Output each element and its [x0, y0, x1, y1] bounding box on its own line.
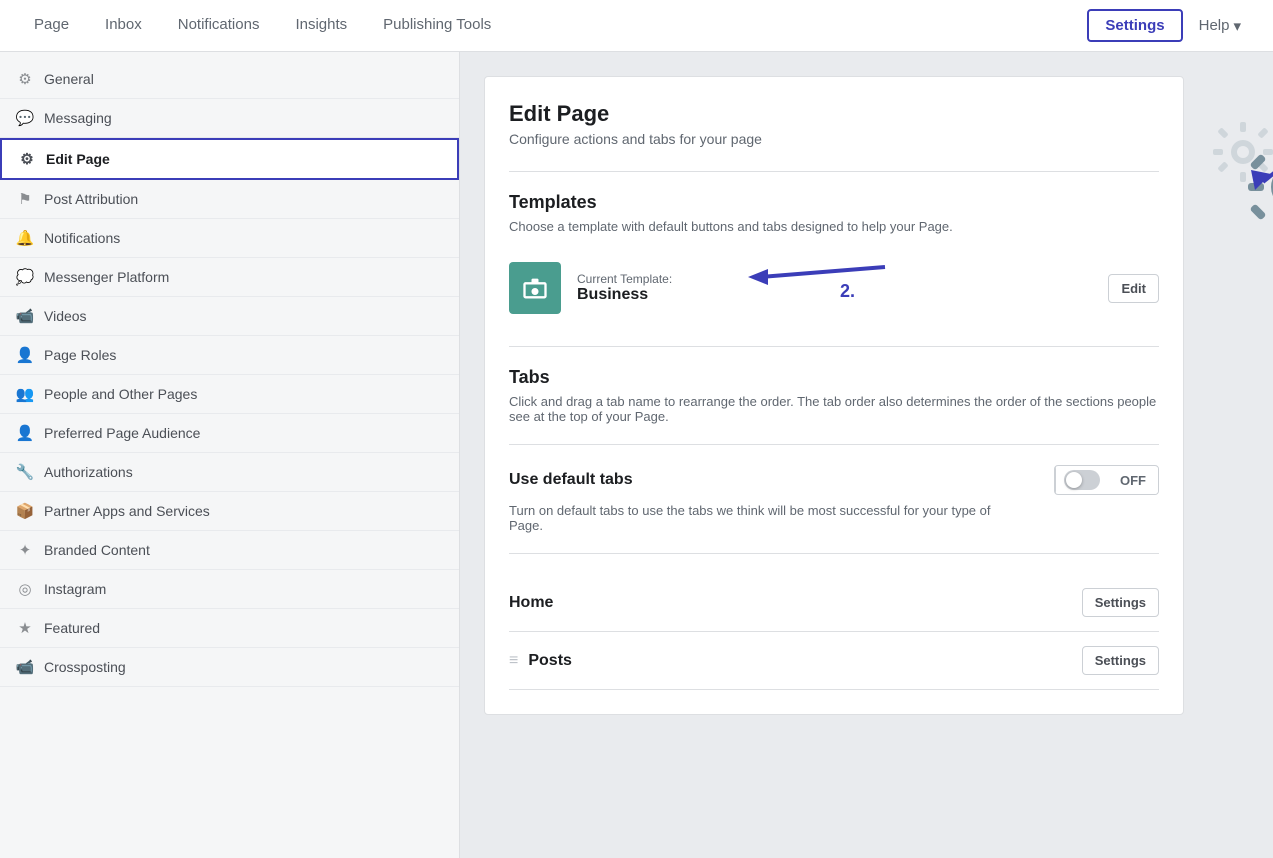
box-icon: 📦	[16, 502, 34, 520]
sidebar-item-featured[interactable]: ★ Featured	[0, 609, 459, 648]
sidebar: ⚙ General 💬 Messaging ⚙ Edit Page ⚑ Post…	[0, 52, 460, 858]
content-card: Edit Page Configure actions and tabs for…	[484, 76, 1184, 715]
sidebar-item-edit-page[interactable]: ⚙ Edit Page	[0, 138, 459, 180]
page-subtitle: Configure actions and tabs for your page	[509, 131, 762, 147]
nav-inbox[interactable]: Inbox	[87, 0, 160, 52]
person-icon: 👤	[16, 346, 34, 364]
star-icon: ★	[16, 619, 34, 637]
sidebar-item-preferred-audience[interactable]: 👤 Preferred Page Audience	[0, 414, 459, 453]
sidebar-item-messenger-platform[interactable]: 💭 Messenger Platform	[0, 258, 459, 297]
template-info: Current Template: Business	[577, 272, 1092, 304]
drag-handle-icon[interactable]: ≡	[509, 652, 518, 670]
top-navigation: Page Inbox Notifications Insights Publis…	[0, 0, 1273, 52]
nav-insights[interactable]: Insights	[277, 0, 365, 52]
main-content: 1. 2. Edit Page Configure actions and ta…	[460, 52, 1273, 858]
page-header: Edit Page Configure actions and tabs for…	[509, 101, 1159, 147]
template-icon	[509, 262, 561, 314]
sidebar-item-instagram[interactable]: ◎ Instagram	[0, 570, 459, 609]
page-layout: ⚙ General 💬 Messaging ⚙ Edit Page ⚑ Post…	[0, 52, 1273, 858]
settings-button[interactable]: Settings	[1087, 9, 1182, 42]
default-tabs-toggle[interactable]: OFF	[1054, 465, 1159, 495]
templates-section: Templates Choose a template with default…	[509, 192, 1159, 326]
bell-icon: 🔔	[16, 229, 34, 247]
wrench-icon: 🔧	[16, 463, 34, 481]
posts-settings-button[interactable]: Settings	[1082, 646, 1159, 675]
nav-publishing-tools[interactable]: Publishing Tools	[365, 0, 509, 52]
default-tabs-label: Use default tabs	[509, 471, 633, 489]
sidebar-item-messaging[interactable]: 💬 Messaging	[0, 99, 459, 138]
divider-4	[509, 553, 1159, 554]
audience-icon: 👤	[16, 424, 34, 442]
divider-1	[509, 171, 1159, 172]
sidebar-item-notifications[interactable]: 🔔 Notifications	[0, 219, 459, 258]
briefcase-icon	[521, 274, 549, 302]
toggle-track[interactable]	[1055, 466, 1108, 494]
home-settings-button[interactable]: Settings	[1082, 588, 1159, 617]
nav-page[interactable]: Page	[16, 0, 87, 52]
default-tabs-label-area: Use default tabs	[509, 471, 633, 489]
branded-icon: ✦	[16, 541, 34, 559]
divider-2	[509, 346, 1159, 347]
current-template-name: Business	[577, 286, 1092, 304]
sidebar-item-post-attribution[interactable]: ⚑ Post Attribution	[0, 180, 459, 219]
help-menu[interactable]: Help ▾	[1183, 17, 1257, 35]
current-template-label: Current Template:	[577, 272, 1092, 286]
sidebar-item-general[interactable]: ⚙ General	[0, 60, 459, 99]
messaging-icon: 💬	[16, 109, 34, 127]
sidebar-item-authorizations[interactable]: 🔧 Authorizations	[0, 453, 459, 492]
sidebar-item-partner-apps[interactable]: 📦 Partner Apps and Services	[0, 492, 459, 531]
crosspost-icon: 📹	[16, 658, 34, 676]
divider-3	[509, 444, 1159, 445]
sidebar-item-page-roles[interactable]: 👤 Page Roles	[0, 336, 459, 375]
home-tab-label: Home	[509, 594, 553, 612]
template-card: Current Template: Business Edit	[509, 250, 1159, 326]
edit-gear-icon: ⚙	[18, 150, 36, 168]
posts-tab-label: ≡ Posts	[509, 652, 572, 670]
tabs-title: Tabs	[509, 367, 1159, 388]
people-icon: 👥	[16, 385, 34, 403]
page-title: Edit Page	[509, 101, 762, 127]
tabs-description: Click and drag a tab name to rearrange t…	[509, 394, 1159, 424]
chevron-down-icon: ▾	[1233, 17, 1241, 35]
flag-icon: ⚑	[16, 190, 34, 208]
sidebar-item-crossposting[interactable]: 📹 Crossposting	[0, 648, 459, 687]
sidebar-item-videos[interactable]: 📹 Videos	[0, 297, 459, 336]
edit-template-button[interactable]: Edit	[1108, 274, 1159, 303]
annotation-arrow-1: 1.	[1193, 112, 1273, 255]
tabs-section: Tabs Click and drag a tab name to rearra…	[509, 367, 1159, 690]
home-tab-row: Home Settings	[509, 574, 1159, 632]
sidebar-item-branded-content[interactable]: ✦ Branded Content	[0, 531, 459, 570]
instagram-icon: ◎	[16, 580, 34, 598]
sidebar-item-people-other-pages[interactable]: 👥 People and Other Pages	[0, 375, 459, 414]
nav-notifications[interactable]: Notifications	[160, 0, 278, 52]
messenger-icon: 💭	[16, 268, 34, 286]
posts-tab-row: ≡ Posts Settings	[509, 632, 1159, 690]
header-text: Edit Page Configure actions and tabs for…	[509, 101, 762, 147]
templates-description: Choose a template with default buttons a…	[509, 219, 1159, 234]
gear-icon: ⚙	[16, 70, 34, 88]
default-tabs-row: Use default tabs OFF	[509, 465, 1159, 495]
default-tabs-description: Turn on default tabs to use the tabs we …	[509, 503, 1009, 533]
templates-title: Templates	[509, 192, 1159, 213]
video-icon: 📹	[16, 307, 34, 325]
toggle-off-label[interactable]: OFF	[1108, 467, 1158, 494]
